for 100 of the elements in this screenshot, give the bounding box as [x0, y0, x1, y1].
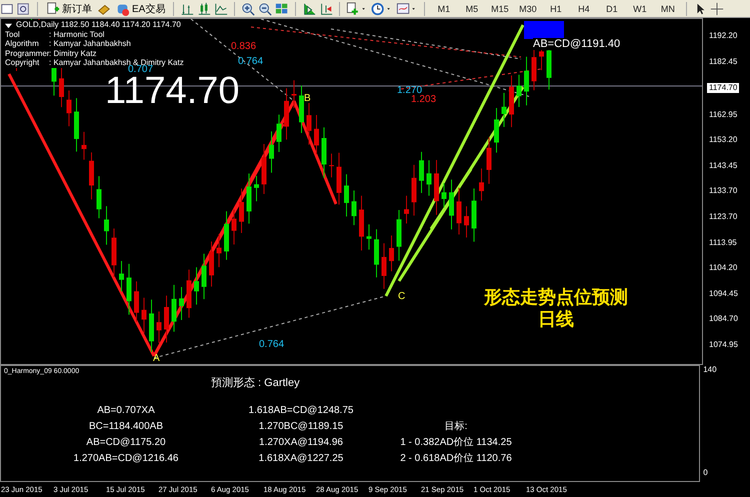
zoom-out-icon[interactable]	[258, 2, 272, 16]
annotation-text: 形态走势点位预测	[484, 287, 628, 310]
candle	[382, 243, 386, 290]
candle	[179, 287, 184, 321]
candle	[172, 284, 176, 333]
collapse-triangle-icon[interactable]	[5, 22, 12, 29]
info-label: Algorithm	[5, 39, 49, 49]
projection-text: 1.270XA@1194.96	[259, 436, 343, 450]
new-order-button[interactable]: 新订单	[44, 2, 94, 16]
candle	[502, 92, 506, 128]
candle	[322, 127, 326, 179]
candle	[89, 152, 94, 200]
candle	[246, 173, 252, 225]
price-tick: 1084.70	[708, 314, 739, 326]
ratio-label: 1.203	[411, 94, 436, 106]
price-tick: 1162.95	[708, 110, 738, 121]
candle	[516, 74, 522, 108]
projection-text: 1.270BC@1189.15	[258, 420, 344, 434]
candle	[486, 137, 492, 185]
candle	[509, 75, 514, 128]
candle	[82, 132, 86, 161]
candle	[216, 234, 222, 268]
price-tick: 1094.45	[708, 288, 739, 300]
ratio-label: 0.764	[238, 56, 264, 68]
price-tick: 1153.20	[708, 135, 738, 146]
candle	[524, 56, 529, 106]
candle	[329, 154, 334, 178]
point-label: A	[153, 353, 160, 364]
crosshair-icon[interactable]	[710, 2, 724, 16]
candle	[314, 114, 319, 156]
ratio-label: 0.836	[231, 41, 256, 52]
candle	[112, 228, 116, 278]
magnifier-icon[interactable]	[17, 2, 31, 16]
candle	[66, 90, 72, 128]
info-value: : Harmonic Tool	[49, 30, 104, 40]
point-label: B	[304, 93, 311, 104]
price-tick: 1133.70	[708, 186, 738, 198]
zoom-in-icon[interactable]	[241, 2, 256, 16]
timeframe-button[interactable]: H4	[571, 4, 596, 14]
candle	[119, 260, 124, 293]
bar-chart-icon[interactable]	[180, 2, 194, 16]
candle	[104, 206, 109, 246]
timeframe-button[interactable]: H1	[543, 4, 568, 14]
current-price-tag: 1174.70	[707, 82, 740, 93]
tile-windows-icon[interactable]	[275, 2, 290, 16]
projection-text: 1.618AB=CD@1248.75	[248, 404, 354, 418]
pattern-title: 預測形态 : Gartley	[211, 376, 300, 390]
timeframe-button[interactable]: M5	[459, 4, 484, 14]
price-tick: 1182.45	[708, 57, 738, 68]
current-price: 1174.70	[105, 71, 240, 112]
candle	[359, 196, 364, 252]
ea-button[interactable]: EA交易	[114, 2, 168, 16]
candle	[254, 176, 259, 202]
candle	[74, 98, 79, 153]
symbol-quote: GOLD,Daily 1182.50 1184.40 1174.20 1174.70	[16, 20, 181, 30]
timeframe-button[interactable]: W1	[627, 4, 652, 14]
annotation-text: 日线	[538, 309, 574, 332]
candle	[442, 183, 446, 208]
line-chart-icon[interactable]	[214, 2, 228, 16]
target-text: 1 - 0.382AD价位 1134.25	[400, 436, 512, 450]
timeframe-button[interactable]: M1	[431, 4, 456, 14]
timeframe-button[interactable]: M15	[487, 4, 512, 14]
candle	[269, 131, 274, 174]
timeframe-button[interactable]: MN	[655, 4, 680, 14]
candle	[494, 108, 499, 154]
candle	[134, 281, 139, 323]
candle	[374, 229, 379, 278]
candle	[472, 188, 476, 243]
projection-text: 1.618XA@1227.25	[258, 452, 344, 466]
ratio-label: 1.270	[397, 85, 422, 96]
price-tick: 1192.20	[708, 31, 738, 42]
candle	[224, 211, 229, 261]
timeframe-button[interactable]: M30	[515, 4, 540, 14]
autoscroll-icon[interactable]	[319, 2, 334, 16]
candle	[186, 270, 192, 319]
point-label: C	[398, 291, 406, 302]
candle	[352, 190, 356, 226]
info-label: Copyright	[5, 58, 49, 68]
timeframe-button[interactable]: D1	[599, 4, 624, 14]
candle	[209, 241, 214, 288]
price-tick: 1074.95	[708, 340, 739, 351]
target-text: 目标:	[444, 420, 468, 434]
candle	[149, 300, 154, 353]
candle	[292, 80, 296, 110]
candle	[299, 86, 304, 134]
ratio-text: AB=CD@1175.20	[86, 436, 166, 450]
ratio-text: BC=1184.400AB	[88, 420, 164, 434]
target-text: 2 - 0.618AD价位 1120.76	[400, 452, 512, 466]
candle	[449, 180, 454, 230]
candle	[419, 152, 424, 194]
candle	[366, 224, 372, 251]
candlestick-icon[interactable]	[197, 2, 212, 16]
candle	[59, 66, 64, 108]
ratio-label: 0.764	[259, 339, 284, 350]
info-value: : Kamyar Jahanbakhsh	[49, 39, 131, 49]
candle	[126, 264, 132, 316]
window-icon[interactable]	[0, 2, 14, 16]
candle	[434, 160, 439, 216]
ratio-text: 1.270AB=CD@1216.46	[74, 452, 178, 466]
chart-shift-icon[interactable]	[302, 2, 316, 16]
